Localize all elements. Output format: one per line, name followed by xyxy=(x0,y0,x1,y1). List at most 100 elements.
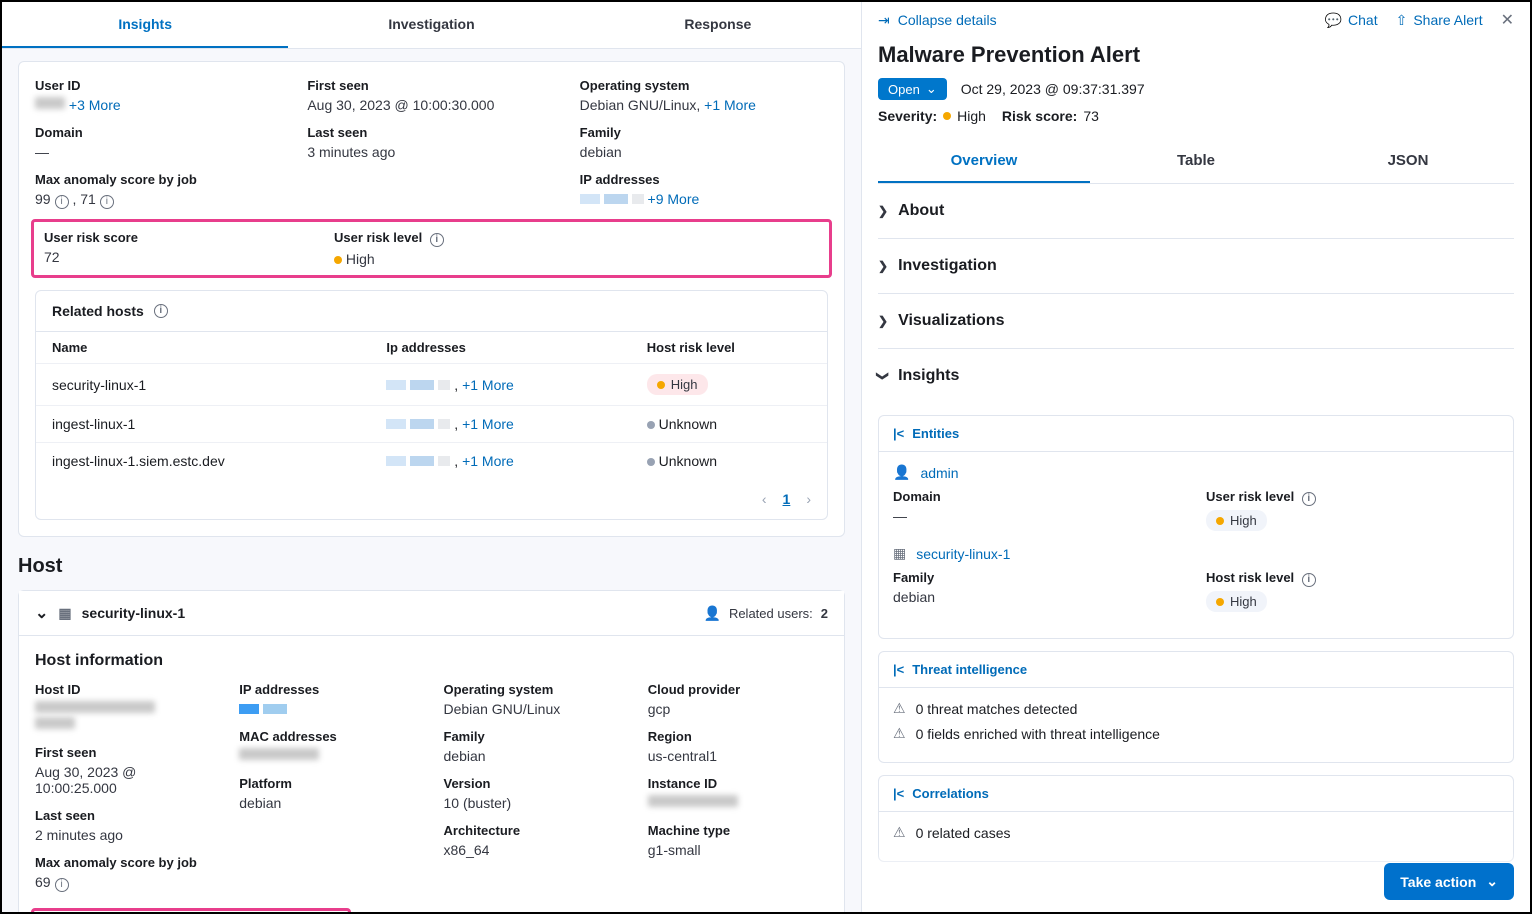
max-anomaly-value-1: 99 xyxy=(35,191,51,207)
user-id-value-redacted: x xyxy=(35,97,65,109)
accordion-insights[interactable]: ❯Insights xyxy=(878,349,1514,403)
table-row: security-linux-1 , +1 More High xyxy=(36,364,827,406)
host-arch-label: Architecture xyxy=(444,823,624,838)
accordion-about[interactable]: ❯About xyxy=(878,184,1514,239)
col-name[interactable]: Name xyxy=(36,332,370,364)
first-seen-value: Aug 30, 2023 @ 10:00:30.000 xyxy=(307,97,555,113)
info-icon[interactable]: i xyxy=(430,233,444,247)
user-risk-highlight: User risk score 72 User risk level i Hig… xyxy=(31,219,832,278)
entity-user-risk-label: User risk level xyxy=(1206,489,1294,504)
host-id-redacted-2: x xyxy=(35,717,75,729)
host-instance-label: Instance ID xyxy=(648,776,828,791)
table-row: ingest-linux-1.siem.estc.dev , +1 More U… xyxy=(36,443,827,480)
host-version-value: 10 (buster) xyxy=(444,795,624,811)
info-icon[interactable]: i xyxy=(55,878,69,892)
col-risk[interactable]: Host risk level xyxy=(631,332,827,364)
corr-header[interactable]: |<Correlations xyxy=(879,776,1513,812)
rp-tab-table[interactable]: Table xyxy=(1090,140,1302,183)
ip-more-link[interactable]: +1 More xyxy=(462,377,514,393)
tab-investigation[interactable]: Investigation xyxy=(288,2,574,48)
user-risk-level-label: User risk level xyxy=(334,230,422,245)
ip-more-link[interactable]: +9 More xyxy=(648,191,700,207)
domain-label: Domain xyxy=(35,125,283,140)
ip-redacted xyxy=(386,380,450,390)
user-info-card: User ID x +3 More Domain — Max anomaly s… xyxy=(18,61,845,537)
user-risk-level-value: High xyxy=(346,251,375,267)
host-family-value: debian xyxy=(444,748,624,764)
status-open-button[interactable]: Open⌄ xyxy=(878,78,947,100)
tab-insights[interactable]: Insights xyxy=(2,2,288,48)
chat-button[interactable]: 💬Chat xyxy=(1325,12,1378,29)
host-region-label: Region xyxy=(648,729,828,744)
collapse-left-icon: |< xyxy=(893,662,904,677)
host-mac-label: MAC addresses xyxy=(239,729,419,744)
corr-row-1: 0 related cases xyxy=(916,825,1011,841)
threat-intelligence-card: |<Threat intelligence ⚠0 threat matches … xyxy=(878,651,1514,763)
host-arch-value: x86_64 xyxy=(444,842,624,858)
tab-response[interactable]: Response xyxy=(575,2,861,48)
host-name[interactable]: ingest-linux-1 xyxy=(36,406,370,443)
rp-tab-overview[interactable]: Overview xyxy=(878,140,1090,183)
related-hosts-table: Name Ip addresses Host risk level securi… xyxy=(36,331,827,479)
host-machine-label: Machine type xyxy=(648,823,828,838)
os-label: Operating system xyxy=(580,78,828,93)
host-family-label: Family xyxy=(444,729,624,744)
ti-header[interactable]: |<Threat intelligence xyxy=(879,652,1513,688)
host-cloud-value: gcp xyxy=(648,701,828,717)
host-name[interactable]: security-linux-1 xyxy=(36,364,370,406)
entity-host-risk-badge: High xyxy=(1206,591,1267,612)
os-value: Debian GNU/Linux, xyxy=(580,97,701,113)
chevron-down-icon: ❯ xyxy=(876,371,890,381)
family-label: Family xyxy=(580,125,828,140)
ip-more-link[interactable]: +1 More xyxy=(462,416,514,432)
host-max-anomaly-label: Max anomaly score by job xyxy=(35,855,215,870)
collapse-details-button[interactable]: ⇥ Collapse details xyxy=(878,12,997,29)
os-more-link[interactable]: +1 More xyxy=(704,97,756,113)
alert-timestamp: Oct 29, 2023 @ 09:37:31.397 xyxy=(961,81,1145,97)
user-id-more-link[interactable]: +3 More xyxy=(69,97,121,113)
collapse-left-icon: |< xyxy=(893,426,904,441)
share-alert-button[interactable]: ⇧Share Alert xyxy=(1396,12,1483,29)
entity-domain-value: — xyxy=(893,508,1186,524)
close-icon[interactable]: ✕ xyxy=(1501,10,1514,30)
last-seen-label: Last seen xyxy=(307,125,555,140)
info-icon[interactable]: i xyxy=(55,195,69,209)
severity-value: High xyxy=(957,108,986,124)
host-platform-label: Platform xyxy=(239,776,419,791)
next-page-icon[interactable]: › xyxy=(806,491,811,507)
host-os-value: Debian GNU/Linux xyxy=(444,701,624,717)
first-seen-label: First seen xyxy=(307,78,555,93)
host-info-title: Host information xyxy=(35,652,828,670)
ip-more-link[interactable]: +1 More xyxy=(462,453,514,469)
related-hosts-card: Related hosts i Name Ip addresses Host r… xyxy=(35,290,828,520)
right-panel: ⇥ Collapse details 💬Chat ⇧Share Alert ✕ … xyxy=(862,2,1530,912)
chevron-right-icon: ❯ xyxy=(878,259,888,273)
entities-header[interactable]: |<Entities xyxy=(879,416,1513,452)
main-tabs: Insights Investigation Response xyxy=(2,2,861,49)
entity-user-link[interactable]: admin xyxy=(920,465,958,481)
accordion-investigation[interactable]: ❯Investigation xyxy=(878,239,1514,294)
risk-badge-high: High xyxy=(647,374,708,395)
page-number[interactable]: 1 xyxy=(783,491,791,507)
toggle-icon[interactable] xyxy=(35,603,48,623)
accordion-visualizations[interactable]: ❯Visualizations xyxy=(878,294,1514,349)
rp-tab-json[interactable]: JSON xyxy=(1302,140,1514,183)
info-icon[interactable]: i xyxy=(1302,573,1316,587)
ip-redacted xyxy=(239,704,287,714)
prev-page-icon[interactable]: ‹ xyxy=(762,491,767,507)
host-name[interactable]: ingest-linux-1.siem.estc.dev xyxy=(36,443,370,480)
info-icon[interactable]: i xyxy=(100,195,114,209)
pagination: ‹ 1 › xyxy=(36,479,827,519)
col-ip[interactable]: Ip addresses xyxy=(370,332,630,364)
host-risk-highlight: Host risk score 72 Host risk level i Hig… xyxy=(31,908,351,912)
entity-host-link[interactable]: security-linux-1 xyxy=(916,546,1010,562)
family-value: debian xyxy=(580,144,828,160)
info-icon[interactable]: i xyxy=(1302,492,1316,506)
take-action-button[interactable]: Take action ⌄ xyxy=(1384,863,1514,900)
ip-label: IP addresses xyxy=(580,172,828,187)
info-icon[interactable]: i xyxy=(154,304,168,318)
host-icon: ▦ xyxy=(58,605,71,622)
ip-value-redacted xyxy=(580,194,644,204)
mac-redacted: x xyxy=(239,748,319,760)
host-platform-value: debian xyxy=(239,795,419,811)
